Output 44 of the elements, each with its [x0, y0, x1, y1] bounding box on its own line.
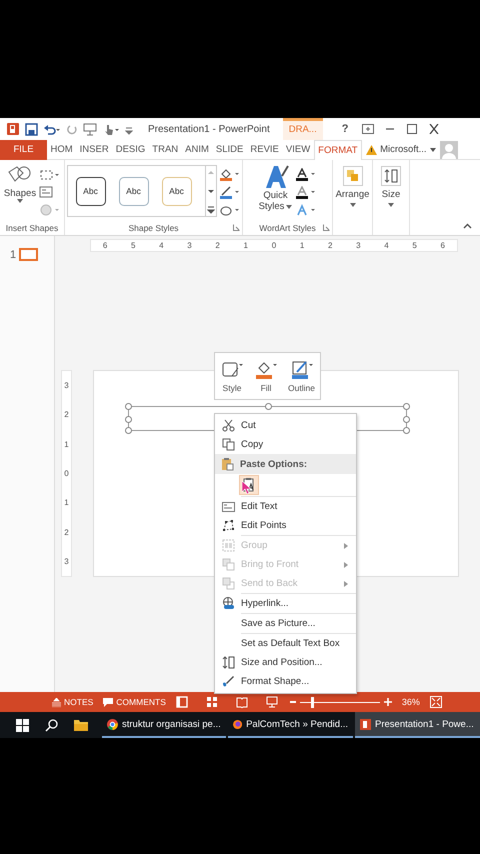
menu-item[interactable]: Edit Text [215, 497, 356, 516]
ribbon-tab[interactable]: HOM [47, 140, 76, 160]
ribbon-tab[interactable]: ANIM [182, 140, 212, 160]
contextual-tab-label: DRA... [282, 118, 323, 140]
slide-number: 1 [10, 248, 16, 260]
size-button[interactable]: Size [380, 164, 402, 207]
shapes-button[interactable]: Shapes [2, 164, 38, 223]
menu-item[interactable]: Save as Picture... [215, 614, 356, 633]
menu-item[interactable]: Copy [215, 435, 356, 454]
ribbon-tab[interactable]: DESIG [112, 140, 149, 160]
help-button[interactable]: ? [338, 123, 352, 135]
vertical-ruler: 3 2 1 0 1 2 3 [61, 370, 72, 577]
shape-style-swatch[interactable]: Abc [118, 176, 148, 206]
mini-toolbar-button[interactable]: Outline [288, 360, 315, 392]
menu-item[interactable]: Set as Default Text Box [215, 634, 356, 653]
arrange-button[interactable]: Arrange [334, 164, 370, 207]
menu-item[interactable]: Hyperlink... [215, 594, 356, 613]
comments-button[interactable]: COMMENTS [103, 697, 166, 707]
group-label: Shape Styles [128, 223, 179, 235]
mini-toolbar-button[interactable]: Style [220, 360, 244, 392]
ribbon-tab[interactable]: VIEW [282, 140, 314, 160]
menu-item[interactable]: Format Shape... [215, 672, 356, 691]
file-tab[interactable]: FILE [0, 140, 47, 160]
menu-item[interactable]: Edit Points [215, 516, 356, 535]
horizontal-ruler: 6 5 4 3 2 1 0 1 2 3 4 5 6 [90, 239, 458, 252]
ribbon-tab[interactable]: TRAN [148, 140, 182, 160]
group-label: WordArt Styles [259, 223, 316, 235]
menu-heading: Paste Options: [240, 458, 308, 470]
menu-item[interactable]: Cut [215, 416, 356, 435]
zoom-level[interactable]: 36% [402, 697, 420, 707]
taskbar-button[interactable]: Presentation1 - Powe... [355, 712, 480, 738]
window-title: Presentation1 - PowerPoint [148, 124, 270, 134]
shape-style-swatch[interactable]: Abc [162, 176, 192, 206]
ribbon-tab[interactable]: REVIE [246, 140, 282, 160]
ribbon-tab[interactable]: SLIDE [212, 140, 247, 160]
ribbon-tab[interactable]: INSER [76, 140, 112, 160]
menu-item[interactable]: Size and Position... [215, 653, 356, 672]
quick-styles-button[interactable]: Quick Styles [258, 164, 294, 223]
mini-toolbar-button[interactable]: Fill [254, 360, 278, 392]
shape-style-swatch[interactable]: Abc [76, 176, 106, 206]
account-button[interactable]: Microsoft... [377, 144, 430, 155]
group-label: Insert Shapes [6, 223, 58, 235]
ribbon-tab[interactable]: FORMAT [314, 140, 362, 160]
notes-button[interactable]: NOTES [52, 697, 94, 707]
